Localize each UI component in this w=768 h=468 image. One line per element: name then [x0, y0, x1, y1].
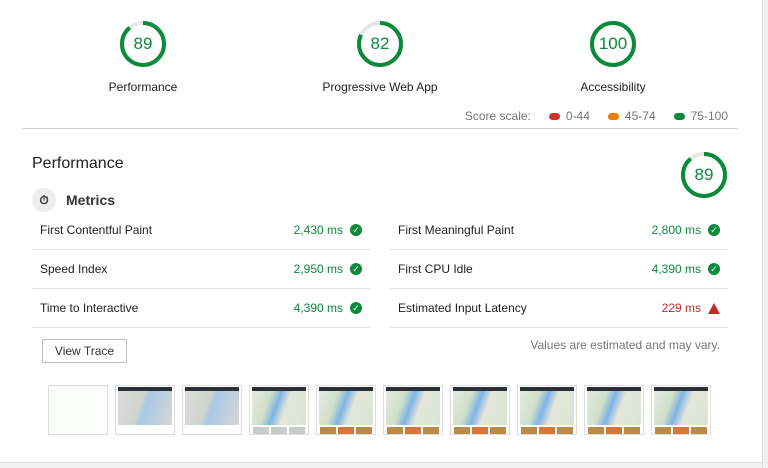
scale-range-green: 75-100: [673, 109, 728, 123]
score-scale-label: Score scale:: [464, 109, 531, 123]
metric-row: First CPU Idle 4,390 ms ✓: [390, 250, 728, 289]
metrics-left-column: First Contentful Paint 2,430 ms ✓ Speed Ind…: [32, 211, 370, 328]
metric-name: First Meaningful Paint: [398, 223, 515, 237]
category-label: Accessibility: [580, 80, 646, 94]
performance-section-gauge[interactable]: 89: [624, 151, 768, 199]
score-value: 89: [133, 34, 153, 53]
estimate-note: Values are estimated and may vary.: [530, 338, 720, 352]
gauge-performance[interactable]: 89 Performance: [63, 20, 223, 94]
check-icon: ✓: [350, 263, 362, 275]
metrics-label: Metrics: [66, 192, 116, 208]
metric-value: 2,800 ms: [651, 223, 701, 237]
filmstrip-frame: [249, 385, 309, 435]
metric-value: 2,430 ms: [293, 223, 343, 237]
stopwatch-icon: ⏱: [32, 188, 56, 212]
score-value: 89: [694, 165, 714, 184]
filmstrip-frame: [517, 385, 577, 435]
filmstrip-frame: [584, 385, 644, 435]
filmstrip-frame: [115, 385, 175, 435]
scale-range-label: 0-44: [565, 109, 590, 123]
metric-row: First Meaningful Paint 2,800 ms ✓: [390, 211, 728, 250]
category-label: Progressive Web App: [322, 80, 438, 94]
check-icon: ✓: [708, 224, 720, 236]
metric-row: Estimated Input Latency 229 ms: [390, 289, 728, 328]
filmstrip-frame: [651, 385, 711, 435]
filmstrip-frame: [182, 385, 242, 435]
metric-name: Estimated Input Latency: [398, 301, 527, 315]
warning-icon: [708, 302, 720, 314]
metric-row: Speed Index 2,950 ms ✓: [32, 250, 370, 289]
score-value: 100: [598, 34, 628, 53]
metrics-header: ⏱ Metrics: [32, 188, 115, 212]
filmstrip-frame: [48, 385, 108, 435]
metric-row: Time to Interactive 4,390 ms ✓: [32, 289, 370, 328]
check-icon: ✓: [350, 224, 362, 236]
view-trace-button[interactable]: View Trace: [42, 339, 127, 363]
metrics-right-column: First Meaningful Paint 2,800 ms ✓ First CPU…: [390, 211, 728, 328]
score-value: 82: [370, 34, 390, 53]
scale-range-red: 0-44: [548, 109, 590, 123]
check-icon: ✓: [350, 302, 362, 314]
filmstrip-frame: [383, 385, 443, 435]
metric-name: First CPU Idle: [398, 262, 473, 276]
scale-range-orange: 45-74: [607, 109, 656, 123]
horizontal-scrollbar[interactable]: [0, 462, 762, 468]
metric-value: 229 ms: [661, 301, 701, 315]
metric-row: First Contentful Paint 2,430 ms ✓: [32, 211, 370, 250]
scale-range-label: 75-100: [690, 109, 728, 123]
score-scale: Score scale: 0-44 45-74 75-100: [465, 109, 728, 123]
scale-range-label: 45-74: [624, 109, 656, 123]
metric-value: 4,390 ms: [651, 262, 701, 276]
metric-value: 4,390 ms: [293, 301, 343, 315]
check-icon: ✓: [708, 263, 720, 275]
metric-name: Time to Interactive: [40, 301, 139, 315]
gauge-accessibility[interactable]: 100 Accessibility: [533, 20, 693, 94]
metric-name: First Contentful Paint: [40, 223, 153, 237]
section-title: Performance: [32, 155, 124, 172]
filmstrip-frame: [316, 385, 376, 435]
scrollbar[interactable]: [762, 0, 768, 468]
gauge-progressive-web-app[interactable]: 82 Progressive Web App: [300, 20, 460, 94]
divider: [22, 128, 738, 129]
metric-value: 2,950 ms: [293, 262, 343, 276]
filmstrip-frame: [450, 385, 510, 435]
metric-name: Speed Index: [40, 262, 108, 276]
category-label: Performance: [108, 80, 178, 94]
